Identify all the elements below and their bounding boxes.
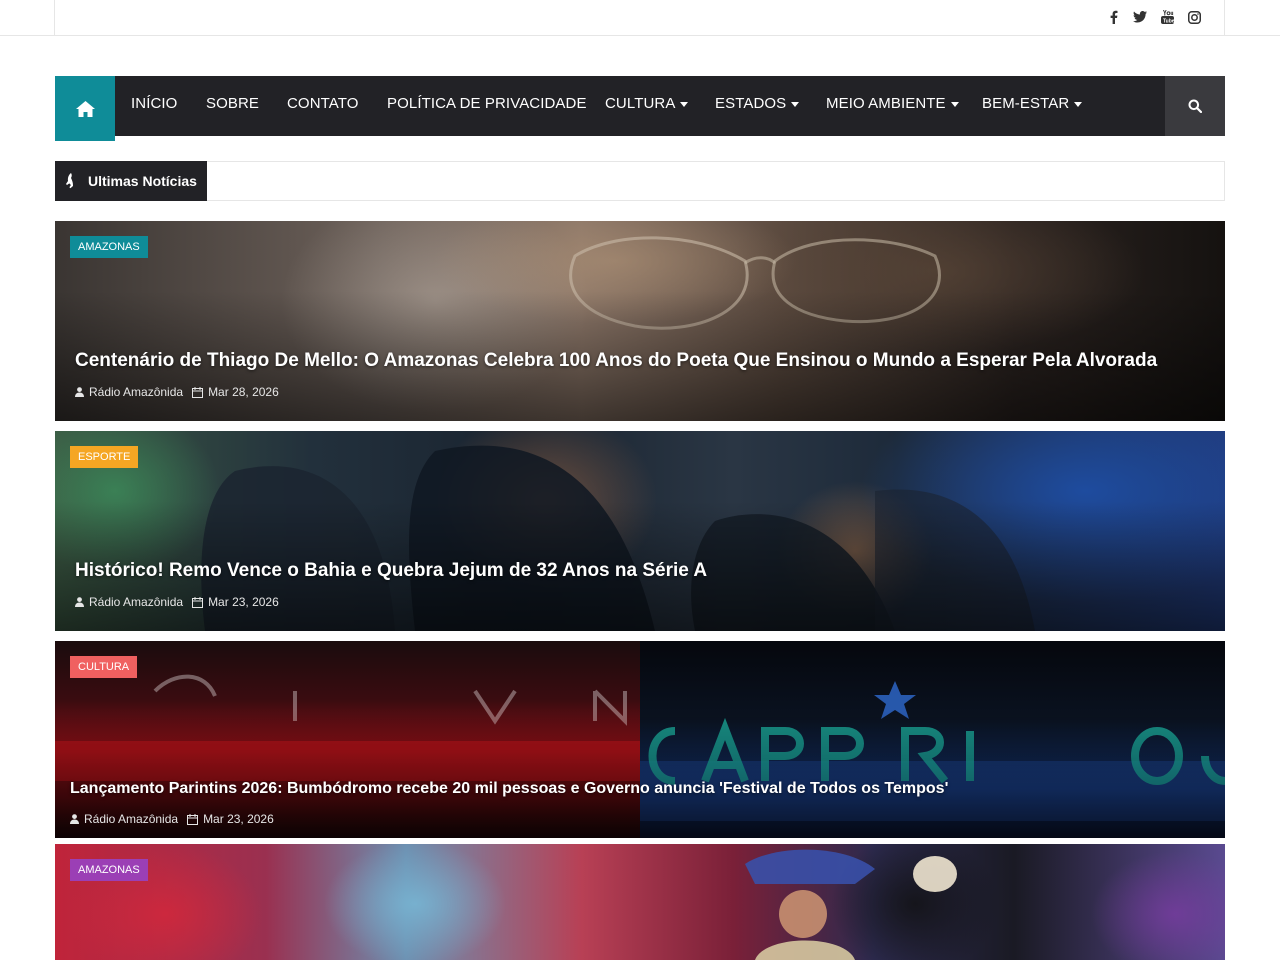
post-meta: Rádio Amazônida Mar 23, 2026 <box>70 812 274 826</box>
featured-post-4[interactable]: AMAZONAS <box>55 844 1225 960</box>
category-badge[interactable]: ESPORTE <box>70 446 139 468</box>
nav-item-label: SOBRE <box>206 95 260 112</box>
nav-item-label: CONTATO <box>287 95 359 112</box>
category-badge[interactable]: AMAZONAS <box>70 859 148 881</box>
category-badge[interactable]: CULTURA <box>70 656 138 678</box>
post-title[interactable]: Histórico! Remo Vence o Bahia e Quebra J… <box>75 560 707 582</box>
post-date: Mar 23, 2026 <box>208 595 279 609</box>
svg-text:Tube: Tube <box>1163 19 1174 24</box>
nav-item-cultura[interactable]: CULTURA <box>605 76 689 136</box>
user-icon <box>70 814 79 824</box>
nav-item-estados[interactable]: ESTADOS <box>715 76 800 136</box>
nav-item-label: INÍCIO <box>131 95 178 112</box>
nav-item-contato[interactable]: CONTATO <box>287 76 359 136</box>
youtube-icon[interactable]: Tube <box>1159 9 1175 25</box>
home-icon[interactable] <box>55 76 115 141</box>
nav-item-bem-estar[interactable]: BEM-ESTAR <box>982 76 1083 136</box>
post-date: Mar 28, 2026 <box>208 385 279 399</box>
user-icon <box>75 387 84 397</box>
post-author[interactable]: Rádio Amazônida <box>84 812 178 826</box>
calendar-icon <box>192 386 204 398</box>
post-title[interactable]: Centenário de Thiago De Mello: O Amazona… <box>75 350 1157 372</box>
performers-illustration <box>745 849 957 960</box>
nav-item-sobre[interactable]: SOBRE <box>206 76 259 136</box>
caret-down-icon <box>1074 101 1083 107</box>
user-icon <box>75 597 84 607</box>
nav-item-meio-ambiente[interactable]: MEIO AMBIENTE <box>826 76 959 136</box>
caret-down-icon <box>680 101 689 107</box>
main-navigation: INÍCIO SOBRE CONTATO POLÍTICA DE PRIVACI… <box>55 76 1225 141</box>
twitter-icon[interactable] <box>1132 9 1148 25</box>
nav-item-label: CULTURA <box>605 95 676 112</box>
caret-down-icon <box>791 101 800 107</box>
top-bar: Tube <box>0 0 1280 36</box>
facebook-icon[interactable] <box>1105 9 1121 25</box>
featured-post-1[interactable]: AMAZONAS Centenário de Thiago De Mello: … <box>55 221 1225 421</box>
top-bar-divider-right <box>1224 0 1225 35</box>
nav-item-label: ESTADOS <box>715 95 787 112</box>
nav-item-label: BEM-ESTAR <box>982 95 1070 112</box>
search-icon[interactable] <box>1165 76 1225 136</box>
caret-down-icon <box>950 101 959 107</box>
ticker-label: Ultimas Notícias <box>55 161 207 201</box>
nav-item-label: MEIO AMBIENTE <box>826 95 946 112</box>
instagram-icon[interactable] <box>1186 9 1202 25</box>
rocket-icon <box>66 173 74 189</box>
post-meta: Rádio Amazônida Mar 23, 2026 <box>75 595 279 609</box>
calendar-icon <box>187 813 199 825</box>
featured-post-2[interactable]: ESPORTE Histórico! Remo Vence o Bahia e … <box>55 431 1225 631</box>
post-author[interactable]: Rádio Amazônida <box>89 385 183 399</box>
post-author[interactable]: Rádio Amazônida <box>89 595 183 609</box>
post-meta: Rádio Amazônida Mar 28, 2026 <box>75 385 279 399</box>
top-bar-divider-left <box>54 0 55 35</box>
featured-post-3[interactable]: CULTURA Lançamento Parintins 2026: Bumbó… <box>55 641 1225 838</box>
post-title[interactable]: Lançamento Parintins 2026: Bumbódromo re… <box>70 780 948 798</box>
calendar-icon <box>192 596 204 608</box>
nav-item-politica-de-privacidade[interactable]: POLÍTICA DE PRIVACIDADE <box>387 76 587 136</box>
ticker-label-text: Ultimas Notícias <box>88 173 197 189</box>
post-overlay <box>55 641 1225 838</box>
category-badge[interactable]: AMAZONAS <box>70 236 148 258</box>
post-date: Mar 23, 2026 <box>203 812 274 826</box>
news-ticker: Ultimas Notícias <box>55 161 1225 201</box>
nav-item-inicio[interactable]: INÍCIO <box>131 76 177 136</box>
nav-item-label: POLÍTICA DE PRIVACIDADE <box>387 95 587 112</box>
